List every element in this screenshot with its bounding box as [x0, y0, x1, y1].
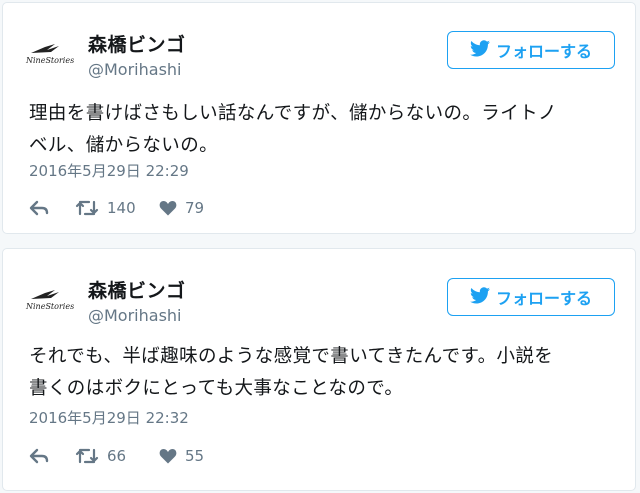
follow-button[interactable]: フォローする — [447, 31, 615, 69]
follow-button-label: フォローする — [495, 289, 592, 308]
retweet-icon — [75, 447, 99, 465]
retweet-button[interactable]: 140 — [75, 199, 159, 217]
tweet-text-line: 書くのはボクにとっても大事なことなので。 — [29, 378, 404, 399]
tweet-text: それでも、半ば趣味のような感覚で書いてきたんです。小説を 書くのはボクにとっても… — [29, 341, 619, 405]
twitter-bird-icon — [469, 39, 490, 61]
svg-text:NineStories: NineStories — [25, 302, 74, 311]
reply-button[interactable] — [29, 200, 75, 216]
tweet-timestamp[interactable]: 2016年5月29日 22:29 — [29, 160, 189, 181]
retweet-count: 66 — [107, 447, 127, 465]
reply-button[interactable] — [29, 448, 75, 464]
heart-icon — [159, 448, 177, 464]
tweet-text: 理由を書けばさもしい話なんですが、儲からないの。ライトノ ベル、儲からないの。 — [29, 98, 619, 162]
tweet-timestamp[interactable]: 2016年5月29日 22:32 — [29, 407, 189, 428]
avatar[interactable]: NineStories — [25, 287, 75, 313]
tweet-text-line: ベル、儲からないの。 — [29, 135, 219, 156]
retweet-count: 140 — [107, 199, 136, 217]
like-button[interactable]: 79 — [159, 199, 204, 217]
tweet-actions: 140 79 — [29, 197, 204, 219]
follow-button-label: フォローする — [495, 42, 592, 61]
follow-button[interactable]: フォローする — [447, 278, 615, 316]
author-name[interactable]: 森橋ビンゴ — [88, 30, 186, 57]
tweet-card: NineStories 森橋ビンゴ @Morihashi フォローする 理由を書… — [2, 2, 636, 234]
tweet-text-line: それでも、半ば趣味のような感覚で書いてきたんです。小説を — [29, 346, 554, 367]
ninestories-logo: NineStories — [25, 290, 74, 311]
ninestories-logo: NineStories — [25, 44, 74, 65]
retweet-button[interactable]: 66 — [75, 447, 159, 465]
tweet-actions: 66 55 — [29, 445, 204, 467]
twitter-bird-icon — [469, 286, 490, 308]
author-handle[interactable]: @Morihashi — [88, 60, 181, 79]
reply-icon — [29, 200, 49, 216]
author-name[interactable]: 森橋ビンゴ — [88, 276, 186, 303]
tweet-card: NineStories 森橋ビンゴ @Morihashi フォローする それでも… — [2, 248, 636, 491]
like-count: 79 — [185, 199, 205, 217]
heart-icon — [159, 200, 177, 216]
avatar[interactable]: NineStories — [25, 41, 75, 67]
like-count: 55 — [185, 447, 205, 465]
svg-text:NineStories: NineStories — [25, 56, 74, 65]
tweet-text-line: 理由を書けばさもしい話なんですが、儲からないの。ライトノ — [29, 103, 557, 124]
like-button[interactable]: 55 — [159, 447, 204, 465]
author-handle[interactable]: @Morihashi — [88, 306, 181, 325]
retweet-icon — [75, 199, 99, 217]
reply-icon — [29, 448, 49, 464]
